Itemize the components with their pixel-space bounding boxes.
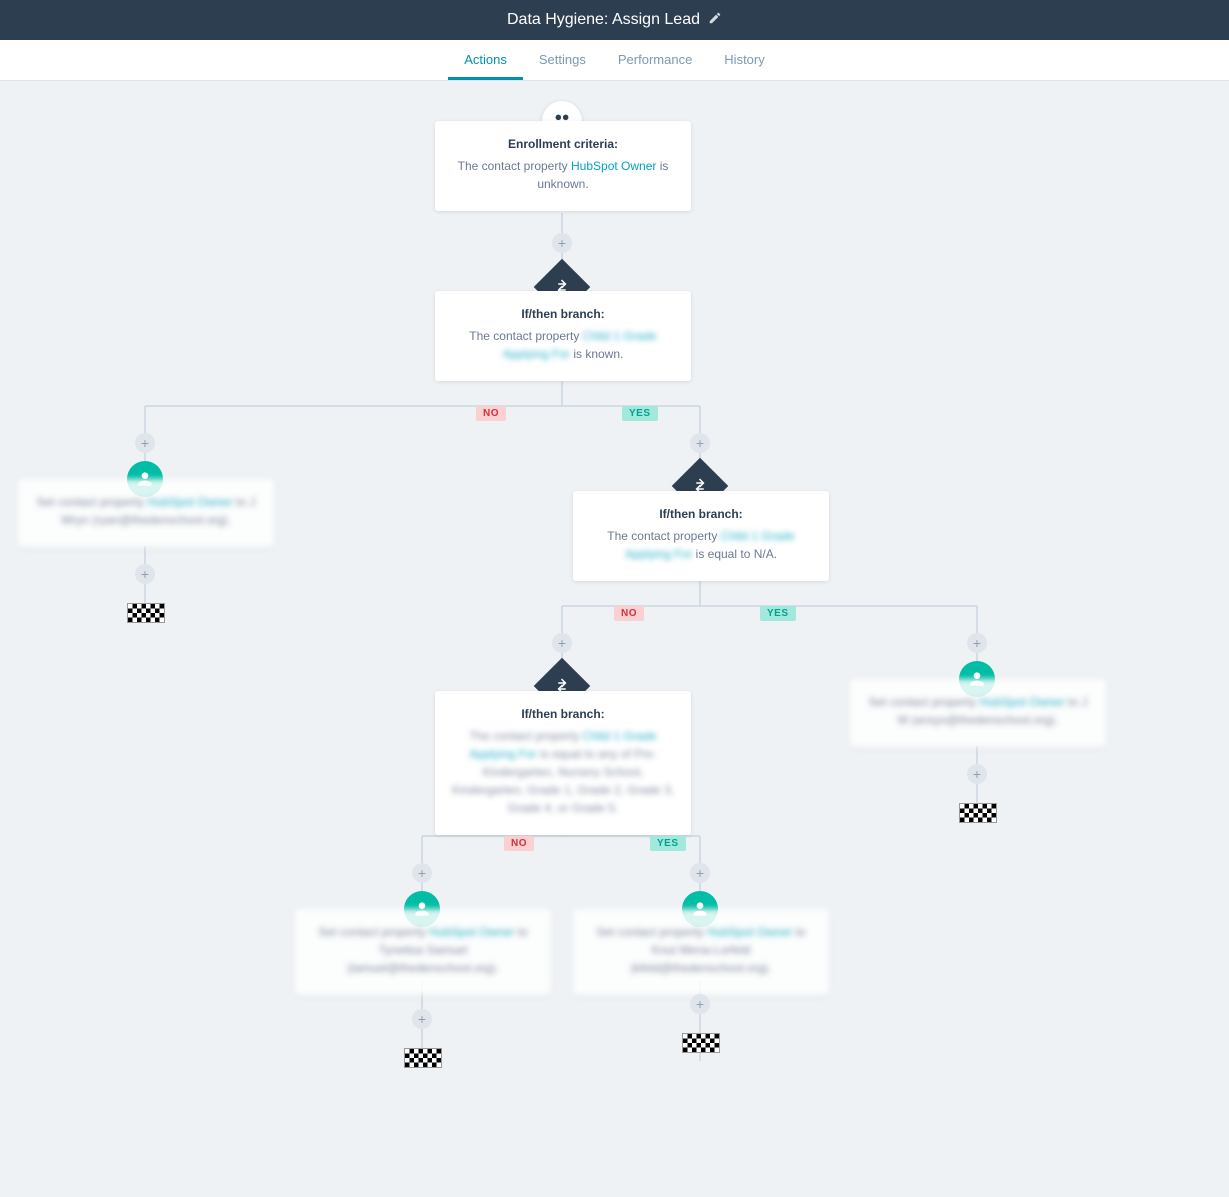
branch3-card[interactable]: If/then branch: The contact property Chi… <box>435 691 691 835</box>
set-owner-card-b[interactable]: Set contact property HubSpot Owner to J … <box>850 679 1106 747</box>
branch2-card[interactable]: If/then branch: The contact property Chi… <box>573 491 829 581</box>
tab-history[interactable]: History <box>708 52 780 80</box>
add-action-button[interactable]: + <box>690 433 710 453</box>
yes-badge: YES <box>622 406 658 421</box>
no-badge: NO <box>476 406 506 421</box>
edit-title-icon[interactable] <box>708 11 722 30</box>
add-action-button[interactable]: + <box>690 994 710 1014</box>
add-action-button[interactable]: + <box>135 433 155 453</box>
add-action-button[interactable]: + <box>412 1009 432 1029</box>
add-action-button[interactable]: + <box>690 863 710 883</box>
connector-lines <box>0 81 1229 1197</box>
yes-badge: YES <box>650 836 686 851</box>
finish-icon <box>959 803 997 823</box>
tab-settings[interactable]: Settings <box>523 52 602 80</box>
add-action-button[interactable]: + <box>552 233 572 253</box>
branch1-card[interactable]: If/then branch: The contact property Chi… <box>435 291 691 381</box>
add-action-button[interactable]: + <box>135 564 155 584</box>
workflow-title: Data Hygiene: Assign Lead <box>507 11 700 29</box>
yes-badge: YES <box>760 606 796 621</box>
finish-icon <box>127 603 165 623</box>
workflow-canvas[interactable]: Enrollment criteria: The contact propert… <box>0 81 1229 1197</box>
no-badge: NO <box>614 606 644 621</box>
page-header: Data Hygiene: Assign Lead <box>0 0 1229 40</box>
add-action-button[interactable]: + <box>552 633 572 653</box>
add-action-button[interactable]: + <box>412 863 432 883</box>
set-owner-card-a[interactable]: Set contact property HubSpot Owner to J … <box>18 479 274 547</box>
finish-icon <box>682 1033 720 1053</box>
tab-performance[interactable]: Performance <box>602 52 708 80</box>
tab-bar: Actions Settings Performance History <box>0 40 1229 81</box>
set-owner-card-d[interactable]: Set contact property HubSpot Owner to Kn… <box>573 909 829 995</box>
finish-icon <box>404 1048 442 1068</box>
enrollment-card-title: Enrollment criteria: <box>447 135 679 153</box>
add-action-button[interactable]: + <box>967 764 987 784</box>
no-badge: NO <box>504 836 534 851</box>
add-action-button[interactable]: + <box>967 633 987 653</box>
tab-actions[interactable]: Actions <box>448 52 523 80</box>
enrollment-card[interactable]: Enrollment criteria: The contact propert… <box>435 121 691 211</box>
set-owner-card-c[interactable]: Set contact property HubSpot Owner to Ty… <box>295 909 551 995</box>
